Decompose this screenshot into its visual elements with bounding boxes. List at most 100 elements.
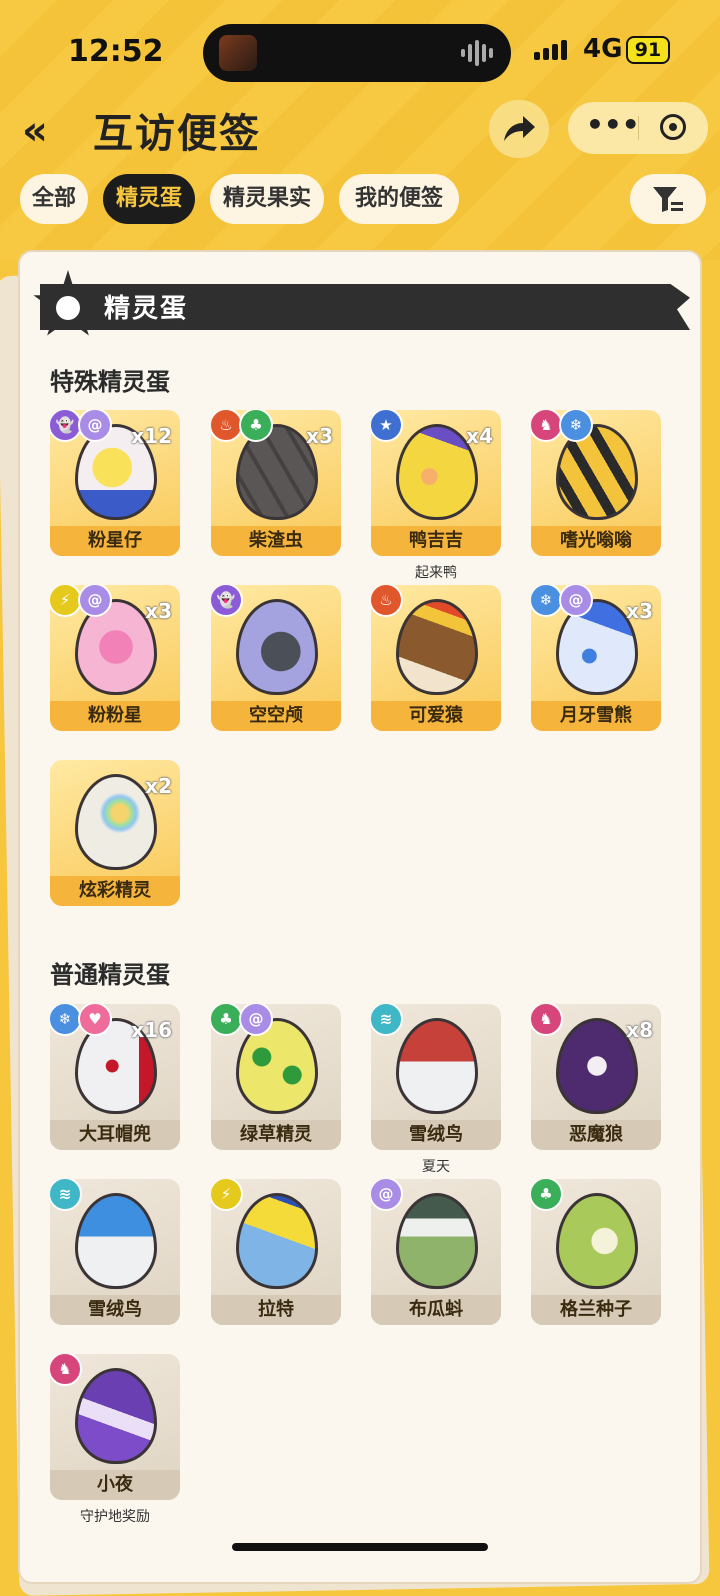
egg-tile: ♞ x8 恶魔狼 [531,1004,661,1150]
egg-count: x16 [131,1018,172,1042]
element-badges: 👻 [211,585,243,617]
egg-card[interactable]: ♨ 可爱猿 [371,585,503,737]
egg-tile: ≋ 雪绒鸟 [371,1004,501,1150]
element-badges: ⚡ [211,1179,243,1211]
swirl-type-icon: @ [371,1179,403,1211]
egg-card[interactable]: ★ x4 鸭吉吉 起来鸭 [371,410,503,582]
swirl-type-icon: @ [239,1004,273,1036]
egg-image [396,599,478,695]
egg-card[interactable]: ⚡ @ x3 粉粉星 [50,585,182,737]
egg-name: 柴渣虫 [211,526,341,556]
egg-image [556,1193,638,1289]
ghost-type-icon: 👻 [211,585,243,617]
egg-image [75,1368,157,1464]
element-badges: ❄ ♥ [50,1004,112,1036]
more-icon[interactable]: ••• [586,108,640,141]
share-icon [504,116,535,141]
egg-card[interactable]: ♞ x8 恶魔狼 [531,1004,663,1156]
swirl-type-icon: @ [78,410,112,442]
egg-count: x3 [145,599,172,623]
home-indicator [232,1543,488,1551]
egg-tile: ❄ ♥ x16 大耳帽兜 [50,1004,180,1150]
egg-count: x2 [145,774,172,798]
egg-name: 恶魔狼 [531,1120,661,1150]
egg-card[interactable]: ♣ 格兰种子 [531,1179,663,1331]
egg-tile: 👻 @ x12 粉星仔 [50,410,180,556]
bolt-type-icon: ⚡ [211,1179,243,1211]
egg-name: 粉星仔 [50,526,180,556]
egg-card[interactable]: @ 布瓜蚪 [371,1179,503,1331]
mini-program-capsule: ••• [568,102,708,154]
demon-type-icon: ♞ [50,1354,82,1386]
element-badges: 👻 @ [50,410,112,442]
egg-card[interactable]: ❄ ♥ x16 大耳帽兜 [50,1004,182,1156]
egg-subtitle: 夏天 [422,1159,450,1175]
egg-card[interactable]: 👻 空空颅 [211,585,343,737]
egg-name: 嗜光嗡嗡 [531,526,661,556]
element-badges: ♞ [531,1004,563,1036]
filter-button[interactable] [630,174,706,224]
egg-card[interactable]: ♣ @ 绿草精灵 [211,1004,343,1156]
tab-all[interactable]: 全部 [20,174,88,224]
egg-tile: x2 炫彩精灵 [50,760,180,906]
egg-card[interactable]: 👻 @ x12 粉星仔 [50,410,182,562]
egg-name: 布瓜蚪 [371,1295,501,1325]
status-bar: 12:52 4G 91 [0,0,720,100]
element-badges: @ [371,1179,403,1211]
egg-count: x3 [306,424,333,448]
egg-card[interactable]: ❄ @ x3 月牙雪熊 [531,585,663,737]
heart-type-icon: ♥ [78,1004,112,1036]
egg-tile: ♣ 格兰种子 [531,1179,661,1325]
egg-tile: ⚡ @ x3 粉粉星 [50,585,180,731]
egg-subtitle: 守护地奖励 [80,1509,150,1525]
egg-card[interactable]: ♨ ♣ x3 柴渣虫 [211,410,343,562]
egg-name: 小夜 [50,1470,180,1500]
star-type-icon: ★ [371,410,403,442]
swirl-type-icon: @ [559,585,593,617]
egg-name: 绿草精灵 [211,1120,341,1150]
egg-tile: ♨ ♣ x3 柴渣虫 [211,410,341,556]
element-badges: ★ [371,410,403,442]
close-mini-program-icon[interactable] [660,114,686,140]
egg-tile: ≋ 雪绒鸟 [50,1179,180,1325]
tab-my-notes[interactable]: 我的便签 [339,174,459,224]
egg-tile: ♣ @ 绿草精灵 [211,1004,341,1150]
section-title-normal: 普通精灵蛋 [50,961,170,989]
tab-spirit-eggs[interactable]: 精灵蛋 [103,174,195,224]
dynamic-island [203,24,511,82]
swirl-type-icon: @ [78,585,112,617]
element-badges: ♣ [531,1179,563,1211]
fire-type-icon: ♨ [371,585,403,617]
egg-tile: ♞ 小夜 [50,1354,180,1500]
page-title: 互访便签 [93,111,261,157]
now-playing-thumbnail [219,35,257,71]
egg-image [236,599,318,695]
capsule-divider [638,116,639,140]
egg-card[interactable]: ≋ 雪绒鸟夏天 [371,1004,503,1176]
egg-tile: @ 布瓜蚪 [371,1179,501,1325]
egg-card[interactable]: ⚡ 拉特 [211,1179,343,1331]
wing-type-icon: ≋ [371,1004,403,1036]
tab-spirit-fruits[interactable]: 精灵果实 [210,174,324,224]
egg-card[interactable]: ♞ 小夜守护地奖励 [50,1354,182,1526]
egg-name: 格兰种子 [531,1295,661,1325]
egg-card[interactable]: ≋ 雪绒鸟 [50,1179,182,1331]
egg-name: 鸭吉吉 [371,526,501,556]
egg-card[interactable]: x2 炫彩精灵 [50,760,182,912]
element-badges: ♞ [50,1354,82,1386]
egg-count: x3 [626,599,653,623]
element-badges: ≋ [50,1179,82,1211]
audio-wave-icon [461,40,493,66]
element-badges: ♣ @ [211,1004,273,1036]
wing-type-icon: ≋ [50,1179,82,1211]
egg-count: x8 [626,1018,653,1042]
back-icon[interactable]: « [22,108,48,154]
egg-card[interactable]: ♞ ❄ 嗜光嗡嗡 [531,410,663,562]
egg-tile: 👻 空空颅 [211,585,341,731]
network-type: 4G [583,34,623,64]
share-button[interactable] [489,100,549,158]
battery-indicator: 91 [626,36,670,64]
egg-name: 空空颅 [211,701,341,731]
element-badges: ♨ ♣ [211,410,273,442]
egg-image [75,1193,157,1289]
